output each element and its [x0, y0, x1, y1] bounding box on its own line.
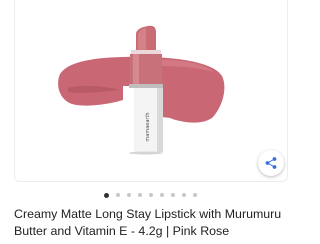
pagination-dot[interactable]	[159, 193, 164, 197]
product-title: Creamy Matte Long Stay Lipstick with Mur…	[14, 207, 282, 238]
pagination-dot[interactable]	[192, 193, 197, 197]
pagination-dot[interactable]	[137, 193, 142, 197]
pagination-dot[interactable]	[126, 193, 131, 197]
pagination-dot[interactable]	[103, 192, 109, 198]
pagination-dot[interactable]	[148, 193, 153, 197]
pagination-dot[interactable]	[115, 193, 120, 197]
product-image-gallery[interactable]: mamaearth	[0, 0, 300, 186]
product-image[interactable]: mamaearth	[0, 0, 300, 186]
pagination-dot[interactable]	[181, 193, 186, 197]
pagination-dot[interactable]	[170, 193, 175, 197]
share-button[interactable]	[258, 150, 284, 176]
share-icon	[265, 157, 277, 169]
brand-label: mamaearth	[145, 112, 151, 141]
gallery-pagination	[0, 192, 300, 198]
